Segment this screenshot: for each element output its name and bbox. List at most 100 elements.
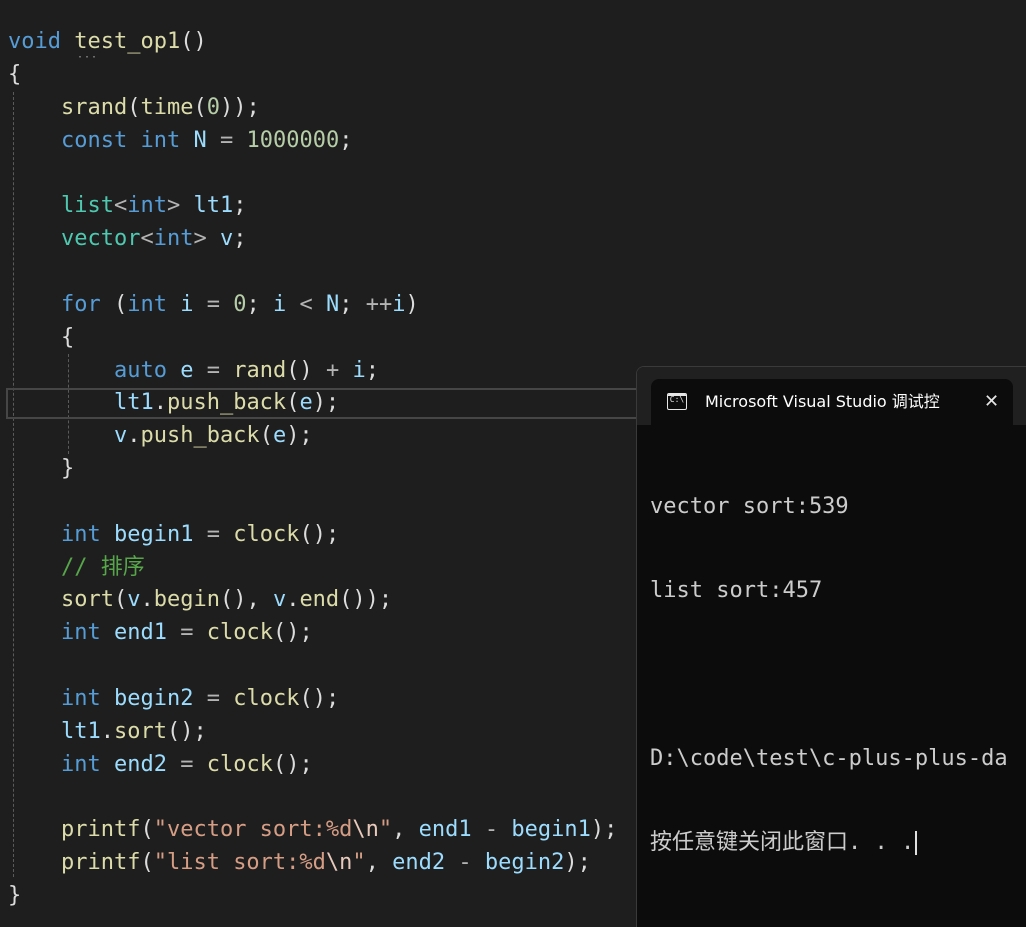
code-token: begin1	[113, 521, 194, 547]
console-line: vector sort:539	[650, 494, 849, 519]
code-line: const int N = 1000000;	[8, 124, 352, 157]
code-token: clock	[233, 521, 300, 547]
code-token: (),	[219, 587, 273, 613]
code-line: int begin1 = clock();	[8, 518, 339, 551]
code-line: int end2 = clock();	[8, 748, 313, 781]
code-token: ();	[272, 620, 313, 646]
code-token: .	[140, 587, 154, 613]
code-token: vector	[60, 226, 141, 252]
code-token: =	[166, 620, 207, 646]
code-token: clock	[206, 620, 273, 646]
code-token: (	[100, 291, 128, 317]
code-token: =	[206, 127, 247, 153]
code-token: N	[193, 127, 207, 153]
code-token: int	[60, 521, 101, 547]
console-prompt-line: 按任意键关闭此窗口. . .	[650, 829, 1008, 857]
code-line: }	[8, 879, 21, 912]
code-token: int	[127, 193, 167, 219]
code-token: .	[100, 718, 114, 744]
code-token: srand	[60, 94, 128, 120]
code-token: ();	[166, 718, 207, 744]
code-token: ));	[219, 94, 260, 120]
code-token: i	[272, 291, 287, 317]
code-line: srand(time(0));	[8, 91, 260, 124]
code-token: ;	[246, 291, 273, 317]
code-token: 0	[233, 291, 247, 317]
code-token: .	[153, 390, 167, 416]
code-token: begin2	[113, 686, 194, 711]
code-token: "vector sort:%d	[153, 817, 353, 843]
code-token: int	[153, 226, 194, 252]
code-token: 1000000	[246, 127, 340, 153]
console-line: D:\code\test\c-plus-plus-da	[650, 746, 1008, 771]
code-line: printf("vector sort:%d\n", end1 - begin1…	[8, 813, 617, 846]
code-token: // 排序	[60, 554, 145, 580]
debug-console-window[interactable]: C:\ Microsoft Visual Studio 调试控 ✕ vector…	[636, 366, 1026, 927]
code-token: "	[352, 850, 366, 876]
code-token: =	[193, 521, 234, 547]
code-token: int	[60, 751, 101, 777]
code-token: .	[127, 423, 141, 449]
console-line: list sort:457	[650, 578, 823, 603]
code-token: =	[193, 291, 234, 317]
code-token: end2	[113, 751, 167, 777]
code-token: N	[325, 291, 340, 317]
code-token: void	[8, 29, 61, 54]
code-token: "list sort:%d	[153, 850, 326, 876]
code-token: {	[8, 324, 75, 350]
code-token: begin1	[511, 817, 591, 843]
code-token: }	[8, 883, 22, 909]
code-token: printf	[60, 850, 141, 876]
code-token: ;	[233, 193, 247, 219]
code-line: {	[8, 58, 21, 91]
code-token: int	[60, 686, 101, 711]
code-line: int end1 = clock();	[8, 616, 313, 649]
code-token: e	[272, 423, 287, 449]
code-token: for	[60, 291, 101, 317]
code-token: -	[445, 850, 485, 876]
code-line: }	[8, 452, 74, 485]
code-line: // 排序	[8, 551, 145, 584]
console-tab[interactable]: C:\ Microsoft Visual Studio 调试控 ✕	[651, 379, 1013, 425]
code-token: )	[405, 291, 419, 317]
code-token: {	[8, 61, 22, 87]
code-token: =	[193, 357, 234, 383]
code-token: ();	[299, 686, 340, 711]
code-line: for (int i = 0; i < N; ++i)	[8, 288, 419, 321]
code-token: int	[60, 620, 101, 646]
code-token: .	[286, 587, 300, 613]
code-token: =	[166, 751, 207, 777]
code-token: begin2	[484, 850, 565, 876]
console-output[interactable]: vector sort:539 list sort:457 D:\code\te…	[650, 437, 1008, 913]
text-cursor	[915, 831, 918, 855]
console-prompt-text: 按任意键关闭此窗口. . .	[650, 830, 915, 855]
code-token: (	[140, 817, 154, 843]
code-token: auto	[113, 357, 167, 383]
code-token: ()	[180, 29, 207, 54]
close-icon[interactable]: ✕	[984, 390, 999, 414]
code-token: );	[590, 817, 618, 843]
code-token: );	[312, 390, 340, 416]
code-token: ,	[365, 850, 393, 876]
code-token: -	[471, 817, 512, 843]
code-token: end2	[392, 850, 446, 876]
code-token: i	[352, 357, 366, 383]
